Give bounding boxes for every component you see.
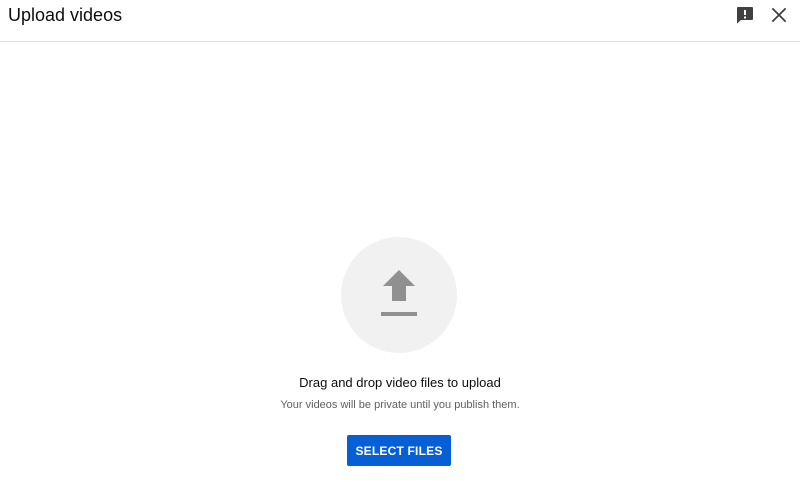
feedback-icon <box>735 5 755 25</box>
close-icon <box>769 5 789 25</box>
upload-dialog: Upload videos Drag and drop video files … <box>0 0 800 495</box>
dialog-header: Upload videos <box>0 0 800 42</box>
close-button[interactable] <box>767 3 791 27</box>
feedback-button[interactable] <box>733 3 757 27</box>
select-files-button[interactable]: SELECT FILES <box>347 435 451 466</box>
upload-drop-target[interactable] <box>341 237 457 353</box>
upload-arrow-icon <box>379 270 419 320</box>
dialog-title: Upload videos <box>8 5 123 25</box>
drag-drop-instruction: Drag and drop video files to upload <box>299 375 501 390</box>
privacy-note: Your videos will be private until you pu… <box>280 399 520 411</box>
